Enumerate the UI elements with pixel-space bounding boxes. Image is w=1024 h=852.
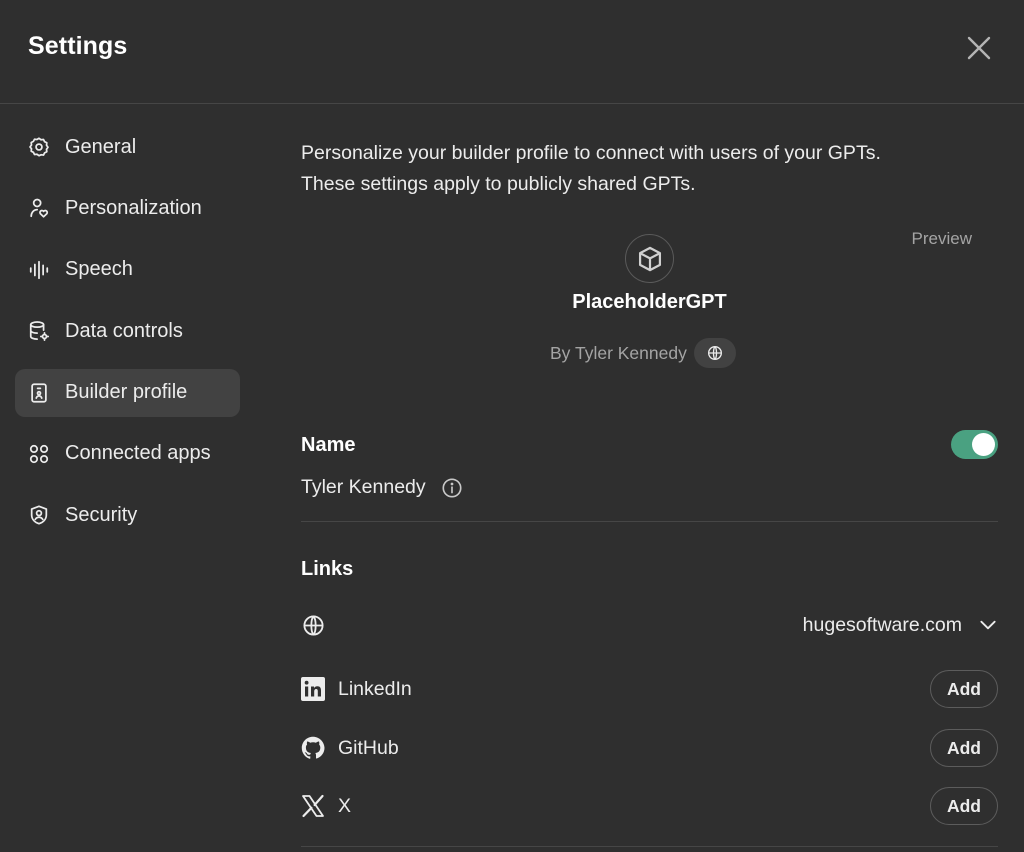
globe-icon	[707, 346, 722, 360]
link-row-linkedin: LinkedIn Add	[301, 669, 998, 709]
gpt-byline: By Tyler Kennedy	[550, 338, 736, 368]
builder-profile-panel: Personalize your builder profile to conn…	[301, 0, 998, 852]
sidebar-item-label: General	[65, 135, 137, 158]
link-label: GitHub	[338, 736, 399, 759]
gpt-name: PlaceholderGPT	[572, 291, 727, 313]
sidebar-item-builder-profile[interactable]: Builder profile	[15, 368, 240, 417]
gpt-avatar	[625, 234, 674, 283]
gear-icon	[28, 136, 50, 158]
sidebar-item-label: Speech	[65, 258, 133, 281]
sidebar-item-data-controls[interactable]: Data controls	[15, 307, 240, 355]
chevron-down-icon	[980, 620, 996, 630]
byline-text: By Tyler Kennedy	[550, 342, 687, 363]
sidebar-item-label: Personalization	[65, 196, 202, 219]
website-link-chip[interactable]	[693, 338, 736, 368]
preview-label: Preview	[911, 229, 972, 248]
link-label: X	[338, 794, 352, 817]
link-row-x: X Add	[301, 786, 998, 826]
waveform-icon	[28, 259, 50, 281]
links-section-label: Links	[301, 558, 354, 580]
intro-line-2: These settings apply to publicly shared …	[301, 173, 696, 195]
sidebar-item-speech[interactable]: Speech	[15, 246, 240, 294]
divider	[301, 521, 998, 522]
add-x-button[interactable]: Add	[930, 787, 998, 825]
github-icon	[301, 736, 325, 760]
sidebar-item-label: Connected apps	[65, 442, 211, 465]
cube-icon	[638, 246, 661, 271]
sidebar-item-security[interactable]: Security	[15, 491, 240, 539]
intro-line-1: Personalize your builder profile to conn…	[301, 142, 881, 164]
link-label: LinkedIn	[338, 677, 412, 700]
builder-name: Tyler Kennedy	[301, 476, 463, 499]
sidebar-item-general[interactable]: General	[15, 123, 240, 171]
link-row-github: GitHub Add	[301, 728, 998, 768]
sidebar-item-label: Builder profile	[65, 381, 188, 404]
divider	[301, 846, 998, 847]
toggle-knob	[972, 433, 995, 456]
sidebar-item-connected-apps[interactable]: Connected apps	[15, 430, 240, 478]
website-domain-value: hugesoftware.com	[802, 613, 962, 636]
person-heart-icon	[28, 197, 50, 219]
x-logo-icon	[301, 794, 325, 818]
name-section-label: Name	[301, 434, 356, 456]
database-gear-icon	[28, 320, 50, 342]
website-domain-select[interactable]: hugesoftware.com	[803, 614, 998, 637]
linkedin-icon	[301, 677, 325, 701]
globe-icon	[301, 613, 325, 637]
settings-sidebar: General Personalization Speech Data cont…	[15, 123, 240, 553]
sidebar-item-personalization[interactable]: Personalization	[15, 184, 240, 232]
shield-user-icon	[28, 504, 50, 526]
dialog-title: Settings	[28, 32, 128, 60]
id-badge-icon	[28, 382, 50, 404]
add-github-button[interactable]: Add	[930, 729, 998, 767]
info-icon[interactable]	[441, 477, 463, 499]
add-linkedin-button[interactable]: Add	[930, 670, 998, 708]
builder-name-text: Tyler Kennedy	[301, 476, 426, 498]
intro-text: Personalize your builder profile to conn…	[301, 138, 998, 200]
apps-grid-icon	[28, 443, 50, 465]
name-visibility-toggle[interactable]	[951, 430, 998, 459]
sidebar-item-label: Data controls	[65, 319, 183, 342]
sidebar-item-label: Security	[65, 503, 138, 526]
link-row-website: hugesoftware.com	[301, 605, 998, 645]
